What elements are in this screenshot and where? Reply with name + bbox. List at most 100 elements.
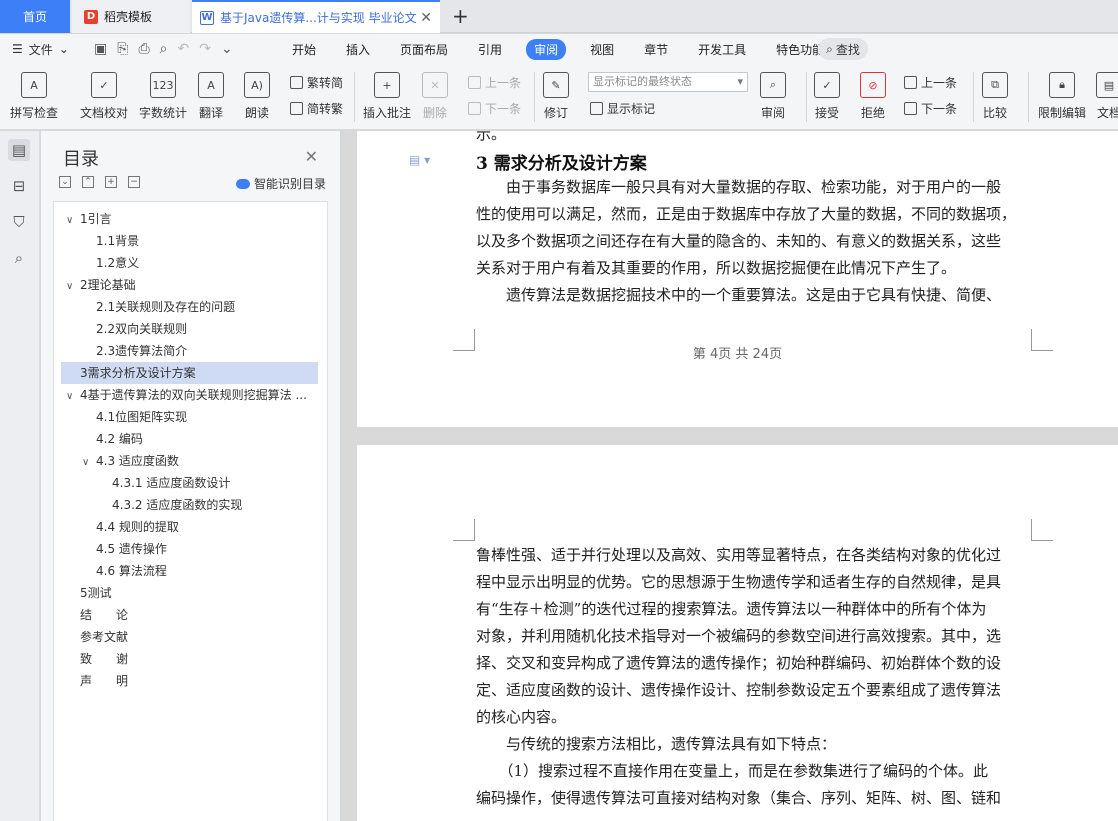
- export-icon[interactable]: ⎘: [117, 41, 128, 57]
- redo-icon[interactable]: ↷: [199, 41, 211, 57]
- search-panel-icon[interactable]: ⌕: [8, 247, 30, 269]
- accept-button[interactable]: ✓ 接受: [814, 64, 840, 121]
- chevron-down-icon[interactable]: ∨: [66, 210, 80, 230]
- delete-comment-button[interactable]: ✕ 删除: [422, 64, 448, 121]
- read-aloud-button[interactable]: A) 朗读: [244, 64, 270, 121]
- toc-item[interactable]: ∨ 2理论基础: [61, 274, 318, 296]
- tab-bar: 首页 D 稻壳模板 W 基于Java遗传算...计与实现 毕业论文 ✕ +: [0, 0, 1118, 33]
- expand-all-icon[interactable]: ⌃: [82, 176, 94, 188]
- body-line: 程中显示出明显的优势。它的思想源于生物遗传学和适者生存的自然规律，是具: [476, 573, 1002, 591]
- close-icon[interactable]: ✕: [305, 147, 318, 166]
- toc-item[interactable]: 2.3遗传算法简介: [61, 340, 318, 362]
- next-comment-button[interactable]: 下一条: [468, 100, 521, 117]
- track-changes-button[interactable]: ✎ 修订: [543, 64, 569, 121]
- paragraph-menu-icon[interactable]: ▤ ▾: [409, 153, 430, 167]
- prev-comment-button[interactable]: 上一条: [468, 74, 521, 91]
- save-icon[interactable]: ▣: [94, 41, 107, 57]
- menu-tab-features[interactable]: 特色功能: [776, 41, 824, 58]
- menu-tab-chapter[interactable]: 章节: [644, 41, 668, 58]
- toc-item[interactable]: 4.6 算法流程: [61, 560, 318, 582]
- add-heading-icon[interactable]: +: [105, 176, 117, 188]
- menu-tab-layout[interactable]: 页面布局: [400, 41, 448, 58]
- collapse-all-icon[interactable]: ⌄: [59, 176, 71, 188]
- prev-comment-icon: [468, 76, 481, 89]
- menu-tab-developer[interactable]: 开发工具: [698, 41, 746, 58]
- translate-button[interactable]: A 翻译: [198, 64, 224, 121]
- to-traditional-button[interactable]: 繁转简: [290, 74, 343, 91]
- reject-button[interactable]: ⊘ 拒绝: [860, 64, 886, 121]
- restrict-edit-button[interactable]: 🔒︎ 限制编辑: [1038, 64, 1086, 121]
- menu-tab-insert[interactable]: 插入: [346, 41, 370, 58]
- toc-item[interactable]: 1.2意义: [61, 252, 318, 274]
- toc-item[interactable]: 参考文献: [61, 626, 318, 648]
- toc-item[interactable]: ∨ 4基于遗传算法的双向关联规则挖掘算法 ...: [61, 384, 318, 406]
- toc-item[interactable]: 致 谢: [61, 648, 318, 670]
- markup-display-select[interactable]: 显示标记的最终状态: [588, 72, 748, 92]
- word-count-label: 字数统计: [139, 106, 188, 120]
- toc-item-label: 1引言: [80, 212, 112, 226]
- toc-item-label: 参考文献: [80, 630, 129, 644]
- doc-proof-button[interactable]: ✓ 文档校对: [80, 64, 128, 121]
- toc-item-label: 1.2意义: [96, 256, 140, 270]
- toc-item[interactable]: 4.1位图矩阵实现: [61, 406, 318, 428]
- next-change-button[interactable]: 下一条: [904, 100, 957, 117]
- undo-icon[interactable]: ↶: [177, 41, 189, 57]
- toc-item[interactable]: 2.1关联规则及存在的问题: [61, 296, 318, 318]
- tab-template[interactable]: D 稻壳模板: [72, 0, 190, 33]
- find-button[interactable]: ⌕ 查找: [818, 38, 868, 60]
- chevron-down-icon[interactable]: ∨: [82, 452, 96, 472]
- menu-tab-references[interactable]: 引用: [478, 41, 502, 58]
- chevron-down-icon: ⌄: [58, 42, 69, 56]
- toc-panel-icon[interactable]: ▤: [8, 139, 30, 161]
- chapter-nav-icon[interactable]: ⊟: [8, 175, 30, 197]
- doc-rights-button[interactable]: ▤ 文档: [1096, 64, 1118, 121]
- toc-item[interactable]: 1.1背景: [61, 230, 318, 252]
- doc-rights-label: 文档: [1096, 106, 1118, 120]
- toc-item[interactable]: 4.5 遗传操作: [61, 538, 318, 560]
- compare-button[interactable]: ⧉ 比较: [982, 64, 1008, 121]
- reject-label: 拒绝: [860, 106, 885, 120]
- review-pane-button[interactable]: ⌕ 审阅: [760, 64, 786, 121]
- show-markup-button[interactable]: 显示标记: [590, 100, 655, 117]
- toc-item[interactable]: 结 论: [61, 604, 318, 626]
- insert-comment-button[interactable]: + 插入批注: [363, 64, 411, 121]
- toc-item[interactable]: 声 明: [61, 670, 318, 692]
- toc-item[interactable]: 3需求分析及设计方案: [61, 362, 318, 384]
- menu-tab-start[interactable]: 开始: [292, 41, 316, 58]
- toc-item[interactable]: ∨ 1引言: [61, 208, 318, 230]
- toc-item[interactable]: 4.3.2 适应度函数的实现: [61, 494, 318, 516]
- chevron-down-icon[interactable]: ∨: [66, 386, 80, 406]
- to-simplified-button[interactable]: 简转繁: [290, 100, 343, 117]
- menu-tab-review[interactable]: 审阅: [526, 38, 567, 60]
- body-line: 择、交叉和变异构成了遗传算法的遗传操作；初始种群编码、初始群体个数的设: [476, 654, 1002, 672]
- doc-proof-label: 文档校对: [80, 106, 129, 120]
- toc-item[interactable]: 5测试: [61, 582, 318, 604]
- toc-item-label: 声 明: [80, 674, 129, 688]
- close-tab-icon[interactable]: ✕: [420, 10, 432, 26]
- toc-item[interactable]: 4.4 规则的提取: [61, 516, 318, 538]
- bookmark-icon[interactable]: ⛉: [8, 211, 30, 233]
- chevron-down-icon[interactable]: ∨: [66, 276, 80, 296]
- new-tab-button[interactable]: +: [452, 4, 469, 28]
- smart-toc-button[interactable]: 智能识别目录: [235, 175, 326, 192]
- ribbon-tabs: 开始 插入 页面布局 引用 审阅 视图 章节 开发工具 特色功能: [292, 34, 854, 64]
- toc-item[interactable]: 4.3.1 适应度函数设计: [61, 472, 318, 494]
- file-menu[interactable]: ☰ 文件 ⌄: [12, 41, 69, 58]
- ribbon-divider: [973, 72, 974, 122]
- menu-tab-view[interactable]: 视图: [590, 41, 614, 58]
- print-preview-icon[interactable]: ⌕: [160, 41, 168, 57]
- customize-qa-icon[interactable]: ⌄: [221, 41, 233, 57]
- toc-item[interactable]: 2.2双向关联规则: [61, 318, 318, 340]
- word-count-button[interactable]: 123 字数统计: [139, 64, 187, 121]
- tab-document[interactable]: W 基于Java遗传算...计与实现 毕业论文 ✕: [192, 0, 440, 33]
- toc-item[interactable]: 4.2 编码: [61, 428, 318, 450]
- toc-item-label: 4.2 编码: [96, 432, 143, 446]
- remove-heading-icon[interactable]: −: [128, 176, 140, 188]
- spellcheck-icon: A: [21, 72, 47, 98]
- tab-home[interactable]: 首页: [0, 0, 70, 33]
- prev-change-button[interactable]: 上一条: [904, 74, 957, 91]
- print-icon[interactable]: ⎙: [138, 41, 149, 57]
- toc-item[interactable]: ∨ 4.3 适应度函数: [61, 450, 318, 472]
- toc-item-label: 2理论基础: [80, 278, 136, 292]
- spellcheck-button[interactable]: A 拼写检查: [10, 64, 58, 121]
